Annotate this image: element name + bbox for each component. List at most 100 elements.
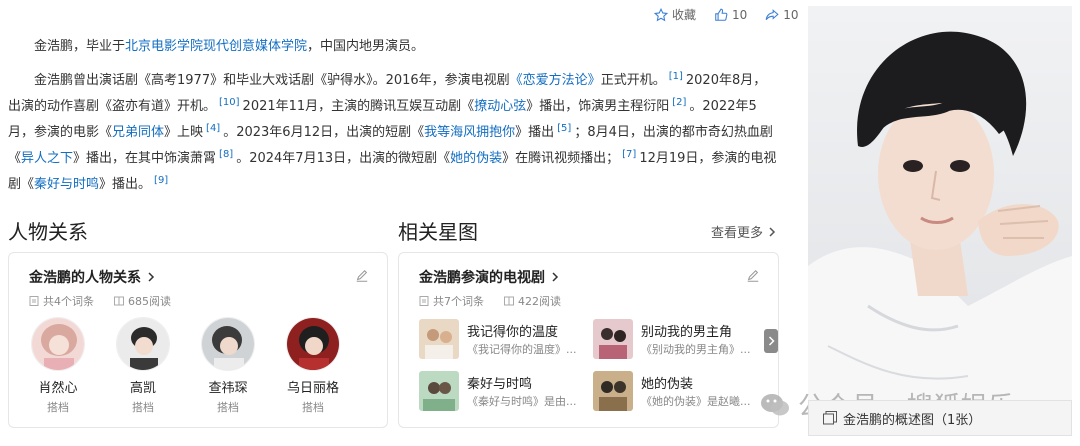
book-icon xyxy=(114,296,124,306)
career-text: 》上映 xyxy=(164,125,204,140)
view-more-label: 查看更多 xyxy=(711,226,764,241)
person-item[interactable]: 肖然心 搭档 xyxy=(31,317,85,415)
document-icon xyxy=(419,296,429,306)
drama-poster xyxy=(419,371,459,411)
avatar xyxy=(201,317,255,371)
person-item[interactable]: 乌日丽格 搭档 xyxy=(286,317,340,415)
chevron-right-icon xyxy=(768,336,775,346)
drama-summary: 《她的伪装》是赵曦... xyxy=(641,395,751,408)
relations-meta: 共4个词条 685阅读 xyxy=(29,293,171,309)
avatar xyxy=(286,317,340,371)
drama-summary: 《秦好与时鸣》是由... xyxy=(467,395,577,408)
read-count: 422阅读 xyxy=(518,295,561,308)
edit-icon[interactable] xyxy=(355,269,369,283)
drama-link[interactable]: 我等海风拥抱你 xyxy=(424,125,515,140)
intro-text-end: ，中国内地男演员。 xyxy=(307,39,425,54)
view-more-link[interactable]: 查看更多 xyxy=(711,222,777,241)
drama-item[interactable]: 别动我的男主角 《别动我的男主角》... xyxy=(593,319,763,361)
favorite-label: 收藏 xyxy=(672,8,697,22)
share-count: 10 xyxy=(783,7,799,22)
read-count: 685阅读 xyxy=(128,295,171,308)
star-icon xyxy=(654,7,668,21)
career-paragraph: 金浩鹏曾出演话剧《高考1977》和毕业大戏话剧《驴得水》。2016年，参演电视剧… xyxy=(8,68,778,198)
relations-card: 金浩鹏的人物关系 共4个词条 685阅读 肖然心 搭档 高凯 搭档 查祎琛 搭档… xyxy=(8,252,388,428)
drama-title: 她的伪装 xyxy=(641,377,694,392)
edit-icon[interactable] xyxy=(746,269,760,283)
person-name: 查祎琛 xyxy=(208,381,248,396)
book-icon xyxy=(504,296,514,306)
caption-text: 金浩鹏的概述图（1张） xyxy=(843,412,982,428)
career-text: 。2024年7月13日，出演的微短剧《 xyxy=(236,151,451,166)
drama-poster xyxy=(593,319,633,359)
like-count: 10 xyxy=(732,7,748,22)
intro-text: 金浩鹏，毕业于 xyxy=(34,39,126,54)
chevron-right-icon xyxy=(148,272,155,282)
star-map-meta: 共7个词条 422阅读 xyxy=(419,293,561,309)
film-link[interactable]: 兄弟同体 xyxy=(112,125,164,140)
reference-mark[interactable]: [4] xyxy=(206,123,220,134)
star-map-card: 金浩鹏参演的电视剧 共7个词条 422阅读 我记得你的温度 《我记得你的温度》.… xyxy=(398,252,779,428)
career-text: 金浩鹏曾出演话剧《高考1977》和毕业大戏话剧《驴得水》。2016年，参演电视剧 xyxy=(34,73,510,88)
relations-list: 肖然心 搭档 高凯 搭档 查祎琛 搭档 乌日丽格 搭档 xyxy=(31,317,340,415)
carousel-next-button[interactable] xyxy=(764,329,778,353)
drama-title: 我记得你的温度 xyxy=(467,325,559,340)
drama-link[interactable]: 秦好与时鸣 xyxy=(34,177,99,192)
career-text: 》播出。 xyxy=(99,177,152,192)
chevron-right-icon xyxy=(769,226,776,237)
drama-link[interactable]: 异人之下 xyxy=(21,151,73,166)
share-icon xyxy=(765,8,779,20)
person-name: 乌日丽格 xyxy=(286,381,339,396)
drama-summary: 《我记得你的温度》... xyxy=(467,343,577,356)
article-body: 金浩鹏，毕业于北京电影学院现代创意媒体学院，中国内地男演员。 金浩鹏曾出演话剧《… xyxy=(8,34,778,206)
drama-link[interactable]: 她的伪装 xyxy=(450,151,502,166)
like-button[interactable]: 10 xyxy=(714,8,747,22)
drama-item[interactable]: 她的伪装 《她的伪装》是赵曦... xyxy=(593,371,763,413)
portrait-image xyxy=(808,6,1072,436)
image-gallery-icon xyxy=(823,411,837,425)
reference-mark[interactable]: [10] xyxy=(219,97,240,108)
document-icon xyxy=(29,296,39,306)
reference-mark[interactable]: [1] xyxy=(669,71,683,82)
drama-title: 秦好与时鸣 xyxy=(467,377,533,392)
portrait-photo[interactable] xyxy=(808,6,1072,436)
drama-summary: 《别动我的男主角》... xyxy=(641,343,751,356)
person-item[interactable]: 查祎琛 搭档 xyxy=(201,317,255,415)
career-text: 正式开机。 xyxy=(600,73,666,88)
chevron-right-icon xyxy=(552,272,559,282)
drama-item[interactable]: 我记得你的温度 《我记得你的温度》... xyxy=(419,319,589,361)
favorite-button[interactable]: 收藏 xyxy=(654,6,696,23)
reference-mark[interactable]: [9] xyxy=(154,175,168,186)
star-map-card-title[interactable]: 金浩鹏参演的电视剧 xyxy=(419,267,559,287)
person-role: 搭档 xyxy=(132,401,154,414)
avatar xyxy=(116,317,170,371)
thumbs-up-icon xyxy=(715,8,728,21)
reference-mark[interactable]: [2] xyxy=(672,97,686,108)
school-link[interactable]: 北京电影学院现代创意媒体学院 xyxy=(125,39,307,54)
relations-card-title[interactable]: 金浩鹏的人物关系 xyxy=(29,267,155,287)
star-map-heading: 相关星图 xyxy=(398,220,478,244)
drama-poster xyxy=(593,371,633,411)
reference-mark[interactable]: [5] xyxy=(557,123,571,134)
share-button[interactable]: 10 xyxy=(765,7,799,22)
career-text: 。2023年6月12日，出演的短剧《 xyxy=(223,125,425,140)
reference-mark[interactable]: [7] xyxy=(622,149,636,160)
relations-heading: 人物关系 xyxy=(8,220,88,244)
person-role: 搭档 xyxy=(302,401,324,414)
drama-link[interactable]: 《恋爱方法论》 xyxy=(510,73,601,88)
drama-title: 别动我的男主角 xyxy=(641,325,733,340)
article-actions: 收藏 10 10 xyxy=(654,6,799,23)
drama-link[interactable]: 撩动心弦 xyxy=(474,99,526,114)
star-map-card-title-text: 金浩鹏参演的电视剧 xyxy=(419,270,545,286)
person-name: 高凯 xyxy=(129,381,156,396)
intro-paragraph: 金浩鹏，毕业于北京电影学院现代创意媒体学院，中国内地男演员。 xyxy=(8,34,778,60)
drama-item[interactable]: 秦好与时鸣 《秦好与时鸣》是由... xyxy=(419,371,589,413)
person-role: 搭档 xyxy=(47,401,69,414)
career-text: 》播出 xyxy=(515,125,555,140)
avatar xyxy=(31,317,85,371)
career-text: 》在腾讯视频播出； xyxy=(502,151,620,166)
relations-card-title-text: 金浩鹏的人物关系 xyxy=(29,270,141,286)
person-item[interactable]: 高凯 搭档 xyxy=(116,317,170,415)
photo-caption[interactable]: 金浩鹏的概述图（1张） xyxy=(808,400,1072,436)
reference-mark[interactable]: [8] xyxy=(219,149,233,160)
wechat-icon xyxy=(761,393,789,415)
